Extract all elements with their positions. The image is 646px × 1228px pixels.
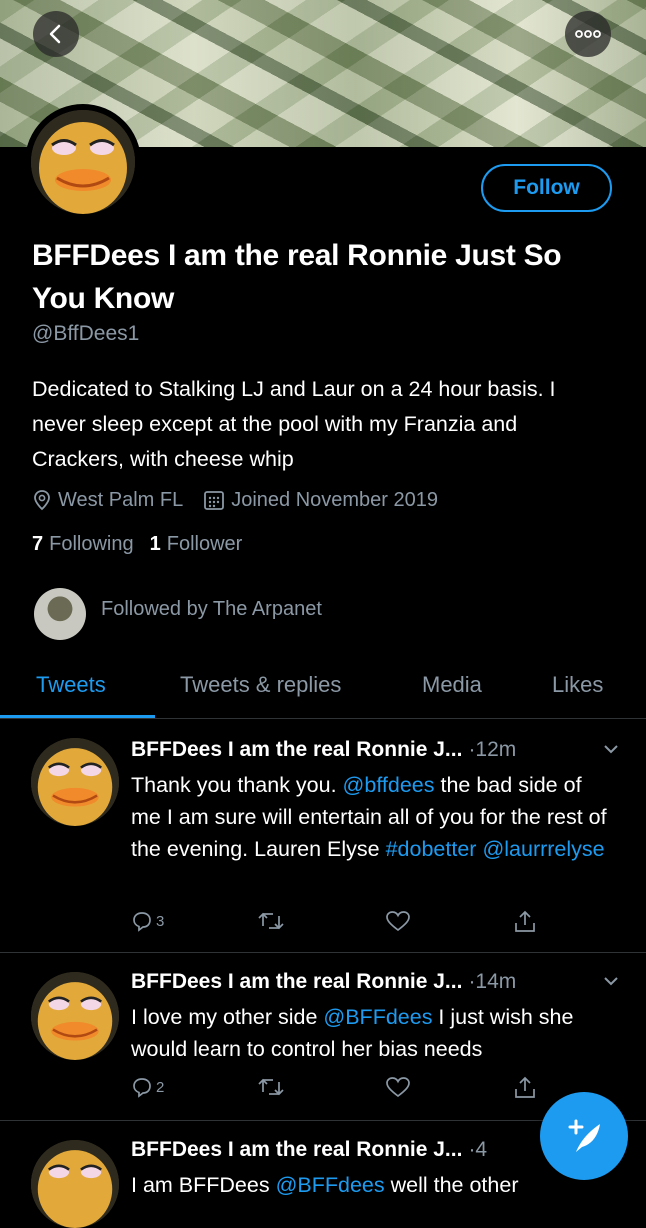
tab-likes[interactable]: Likes [552, 672, 603, 698]
share-icon [515, 910, 535, 932]
like-icon [386, 911, 410, 932]
compose-tweet-button[interactable] [540, 1092, 628, 1180]
followers-count: 1 [149, 533, 161, 555]
tab-tweets[interactable]: Tweets [36, 672, 106, 698]
tweet-text-segment: Thank you thank you. [131, 773, 343, 797]
tweet-author-name[interactable]: BFFDees I am the real Ronnie J... [131, 1138, 462, 1162]
profile-bio: Dedicated to Stalking LJ and Laur on a 2… [32, 377, 556, 471]
hashtag-link[interactable]: #dobetter [386, 837, 477, 861]
following-label: Following [49, 533, 134, 555]
reply-button[interactable]: 3 [131, 910, 164, 932]
tweet-actions: 2 [131, 1076, 551, 1106]
tab-tweets-and-replies[interactable]: Tweets & replies [180, 672, 341, 698]
more-options-button[interactable] [565, 11, 611, 57]
tweet-timestamp: ·12m [468, 738, 517, 761]
mention-link[interactable]: @BFFdees [276, 1173, 385, 1197]
tweet-text: I love my other side @BFFdees I just wis… [131, 1001, 611, 1065]
share-icon [515, 1076, 535, 1098]
profile-joined-date: Joined November 2019 [231, 488, 439, 511]
compose-tweet-icon [568, 1119, 600, 1152]
muppet-avatar-image [31, 972, 119, 1060]
tweet-text-segment: well the other [384, 1173, 519, 1197]
tweet-author-name[interactable]: BFFDees I am the real Ronnie J... [131, 738, 462, 762]
like-icon [386, 1077, 410, 1098]
tweet-text-segment: I love my other side [131, 1005, 324, 1029]
back-arrow-icon [49, 24, 61, 44]
chevron-down-icon[interactable] [602, 742, 620, 756]
tweet[interactable]: BFFDees I am the real Ronnie J... ·14m I… [0, 952, 646, 1120]
like-button[interactable] [385, 910, 411, 932]
tweet-timestamp: ·14m [468, 970, 517, 993]
follow-counts: 7 Following 1 Follower [32, 533, 258, 556]
reply-icon [133, 1078, 151, 1098]
tweet-author-name[interactable]: BFFDees I am the real Ronnie J... [131, 970, 462, 994]
like-button[interactable] [385, 1076, 411, 1098]
share-button[interactable] [513, 1076, 537, 1100]
tweet-header: BFFDees I am the real Ronnie J... ·4 [131, 1138, 487, 1162]
tweet-avatar[interactable] [31, 972, 119, 1060]
tweet-avatar[interactable] [31, 1140, 119, 1228]
tweet-text: Thank you thank you. @bffdees the bad si… [131, 769, 611, 865]
profile-location: West Palm FL [58, 488, 184, 511]
muppet-avatar-image [31, 110, 135, 214]
location-pin-icon [32, 489, 52, 511]
followers-count-link[interactable]: 1 Follower [150, 533, 243, 556]
tab-media[interactable]: Media [422, 672, 482, 698]
tweet[interactable]: BFFDees I am the real Ronnie J... ·12m T… [0, 718, 646, 952]
followed-by-text[interactable]: Followed by The Arpanet [101, 598, 322, 621]
reply-icon [133, 912, 151, 932]
more-options-icon [575, 30, 601, 38]
retweet-icon [258, 912, 284, 930]
profile-meta: West Palm FL Joined November 2019 [32, 485, 438, 515]
tweet-timestamp: ·4 [468, 1138, 488, 1161]
profile-display-name: BFFDees I am the real Ronnie Just So You… [32, 239, 562, 315]
chevron-down-icon[interactable] [602, 974, 620, 988]
reply-count: 2 [156, 1078, 165, 1096]
profile-tabs: Tweets Tweets & replies Media Likes [0, 664, 646, 718]
mention-link[interactable]: @bffdees [343, 773, 435, 797]
following-count-link[interactable]: 7 Following [32, 533, 134, 556]
tweet-header: BFFDees I am the real Ronnie J... ·12m [131, 738, 516, 762]
muppet-avatar-image [31, 738, 119, 826]
tweet-avatar[interactable] [31, 738, 119, 826]
followers-label: Follower [166, 533, 243, 555]
share-button[interactable] [513, 910, 537, 934]
reply-count: 3 [156, 912, 165, 930]
following-count: 7 [32, 533, 44, 555]
followed-by-avatar[interactable] [34, 588, 86, 640]
retweet-icon [258, 1078, 284, 1096]
profile-handle: @BffDees1 [32, 322, 140, 345]
calendar-icon [203, 489, 225, 511]
muppet-avatar-image [31, 1140, 119, 1228]
mention-link[interactable]: @laurrrelyse [482, 837, 604, 861]
retweet-button[interactable] [257, 1076, 285, 1098]
tweet-text-segment: I am BFFDees [131, 1173, 276, 1197]
tweet-header: BFFDees I am the real Ronnie J... ·14m [131, 970, 516, 994]
profile-avatar[interactable] [25, 104, 141, 220]
follow-button[interactable]: Follow [481, 164, 612, 212]
tweet-actions: 3 [131, 910, 551, 940]
back-button[interactable] [33, 11, 79, 57]
retweet-button[interactable] [257, 910, 285, 932]
reply-button[interactable]: 2 [131, 1076, 164, 1098]
tweet-text: I am BFFDees @BFFdees well the other [131, 1169, 611, 1201]
mention-link[interactable]: @BFFdees [323, 1005, 432, 1029]
